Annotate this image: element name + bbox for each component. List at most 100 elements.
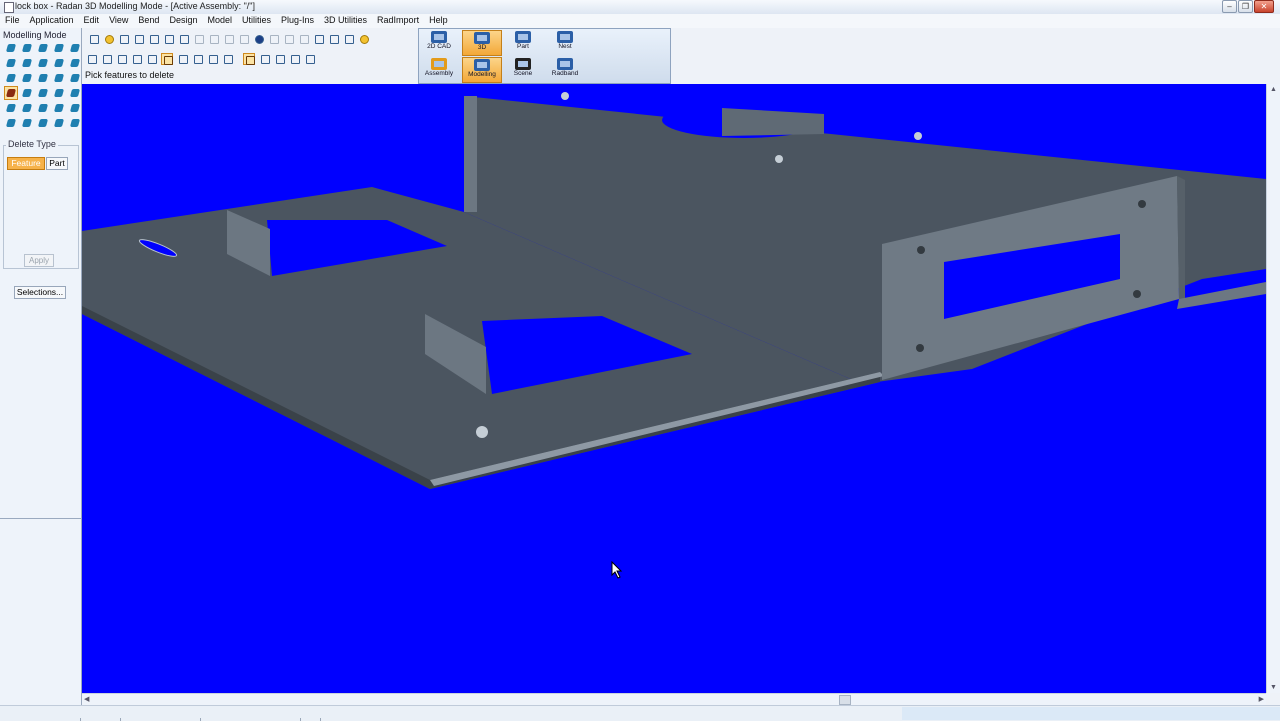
- menu-3d-utilities[interactable]: 3D Utilities: [319, 14, 372, 28]
- edge-tool-icon[interactable]: [5, 117, 17, 129]
- ribbon-scene-button[interactable]: Scene: [504, 57, 542, 81]
- plane-tool-icon[interactable]: [53, 117, 65, 129]
- ribbon-3d-button[interactable]: 3D: [462, 30, 502, 56]
- zoom-extents-icon[interactable]: [274, 53, 285, 64]
- arrow-left-icon[interactable]: [131, 53, 142, 64]
- ribbon-modelling-button[interactable]: Modelling: [462, 57, 502, 83]
- unfold-tool-icon[interactable]: [69, 72, 81, 84]
- loft-tool-icon[interactable]: [53, 42, 65, 54]
- open-folder-icon[interactable]: [103, 33, 114, 44]
- menu-bend[interactable]: Bend: [133, 14, 164, 28]
- form-tool-icon[interactable]: [53, 72, 65, 84]
- eyedropper-icon[interactable]: [163, 33, 174, 44]
- delete-feature-icon[interactable]: [4, 86, 18, 100]
- bend-tool-icon[interactable]: [53, 57, 65, 69]
- relief-tool-icon[interactable]: [53, 102, 65, 114]
- arrow-up-icon[interactable]: [101, 53, 112, 64]
- tab-tool-icon[interactable]: [37, 57, 49, 69]
- ribbon-assembly-button[interactable]: Assembly: [420, 57, 458, 81]
- menu-design[interactable]: Design: [164, 14, 202, 28]
- sweep-tool-icon[interactable]: [37, 42, 49, 54]
- arrow-right-icon[interactable]: [146, 53, 157, 64]
- minimize-button[interactable]: –: [1222, 0, 1237, 13]
- horizontal-scroll-thumb[interactable]: [839, 695, 851, 705]
- menu-application[interactable]: Application: [25, 14, 79, 28]
- info-icon[interactable]: [253, 33, 264, 44]
- redo-icon[interactable]: [208, 33, 219, 44]
- flange-tool-icon[interactable]: [5, 57, 17, 69]
- menu-plug-ins[interactable]: Plug-Ins: [276, 14, 319, 28]
- select-loop-icon[interactable]: [222, 53, 233, 64]
- select-face-icon[interactable]: [177, 53, 188, 64]
- find-icon[interactable]: [283, 33, 294, 44]
- ribbon-radband-button[interactable]: Radband: [546, 57, 584, 81]
- vertical-scrollbar[interactable]: ▲ ▼: [1266, 84, 1280, 693]
- pattern-tool-icon[interactable]: [53, 87, 65, 99]
- refresh-icon[interactable]: [178, 33, 189, 44]
- scroll-right-arrow-icon[interactable]: ▶: [1259, 695, 1264, 703]
- move-tool-icon[interactable]: [69, 87, 81, 99]
- arrow-down-icon[interactable]: [116, 53, 127, 64]
- rip-tool-icon[interactable]: [69, 117, 81, 129]
- scroll-left-arrow-icon[interactable]: ◀: [84, 695, 89, 703]
- solid-tool-icon[interactable]: [69, 42, 81, 54]
- menu-edit[interactable]: Edit: [79, 14, 105, 28]
- scroll-up-arrow-icon[interactable]: ▲: [1270, 86, 1277, 93]
- axis-tool-icon[interactable]: [37, 117, 49, 129]
- select-vertex-icon[interactable]: [207, 53, 218, 64]
- corner-tool-icon[interactable]: [69, 57, 81, 69]
- filter-icon[interactable]: [268, 33, 279, 44]
- menu-model[interactable]: Model: [202, 14, 237, 28]
- hole-tool-icon[interactable]: [21, 102, 33, 114]
- menu-file[interactable]: File: [0, 14, 25, 28]
- restore-button[interactable]: ❐: [1238, 0, 1253, 13]
- delete-type-part-button[interactable]: Part: [46, 157, 68, 170]
- view-export-icon[interactable]: [304, 53, 315, 64]
- undo-icon[interactable]: [193, 33, 204, 44]
- select-body-icon[interactable]: [192, 53, 203, 64]
- repeat-icon[interactable]: [223, 33, 234, 44]
- print-icon[interactable]: [133, 33, 144, 44]
- ribbon-part-button[interactable]: Part: [504, 30, 542, 54]
- link-icon[interactable]: [238, 33, 249, 44]
- sheet-metal-part-model[interactable]: [82, 84, 1266, 693]
- copy-tool-icon[interactable]: [21, 87, 33, 99]
- settings-icon[interactable]: [343, 33, 354, 44]
- sketch-tool-icon[interactable]: [5, 72, 17, 84]
- pencil-icon[interactable]: [148, 33, 159, 44]
- select-edge-icon[interactable]: [161, 52, 173, 65]
- save-icon[interactable]: [118, 33, 129, 44]
- hem-tool-icon[interactable]: [21, 57, 33, 69]
- tree-view-icon[interactable]: [86, 53, 97, 64]
- menu-radimport[interactable]: RadImport: [372, 14, 424, 28]
- new-file-icon[interactable]: [88, 33, 99, 44]
- pick-filter-icon[interactable]: [243, 52, 255, 65]
- selections-button[interactable]: Selections...: [14, 286, 66, 299]
- zoom-window-icon[interactable]: [313, 33, 324, 44]
- menu-view[interactable]: View: [104, 14, 133, 28]
- measure-icon[interactable]: [328, 33, 339, 44]
- weld-tool-icon[interactable]: [37, 102, 49, 114]
- pan-icon[interactable]: [289, 53, 300, 64]
- mirror-tool-icon[interactable]: [37, 87, 49, 99]
- scroll-down-arrow-icon[interactable]: ▼: [1270, 684, 1277, 691]
- menu-utilities[interactable]: Utilities: [237, 14, 276, 28]
- revolve-tool-icon[interactable]: [21, 42, 33, 54]
- delete-type-feature-button[interactable]: Feature: [7, 157, 45, 170]
- face-tool-icon[interactable]: [21, 117, 33, 129]
- extrude-tool-icon[interactable]: [5, 42, 17, 54]
- app-icon[interactable]: [4, 2, 14, 13]
- punch-tool-icon[interactable]: [37, 72, 49, 84]
- split-tool-icon[interactable]: [69, 102, 81, 114]
- 3d-viewport[interactable]: [82, 84, 1266, 693]
- close-button[interactable]: ✕: [1254, 0, 1274, 13]
- menu-help[interactable]: Help: [424, 14, 453, 28]
- help-icon[interactable]: [358, 33, 369, 44]
- ribbon-2d-cad-button[interactable]: 2D CAD: [420, 30, 458, 54]
- ribbon-nest-button[interactable]: Nest: [546, 30, 584, 54]
- layers-icon[interactable]: [298, 33, 309, 44]
- cut-tool-icon[interactable]: [21, 72, 33, 84]
- measure-tool-icon[interactable]: [5, 102, 17, 114]
- orbit-icon[interactable]: [259, 53, 270, 64]
- apply-button[interactable]: Apply: [24, 254, 54, 267]
